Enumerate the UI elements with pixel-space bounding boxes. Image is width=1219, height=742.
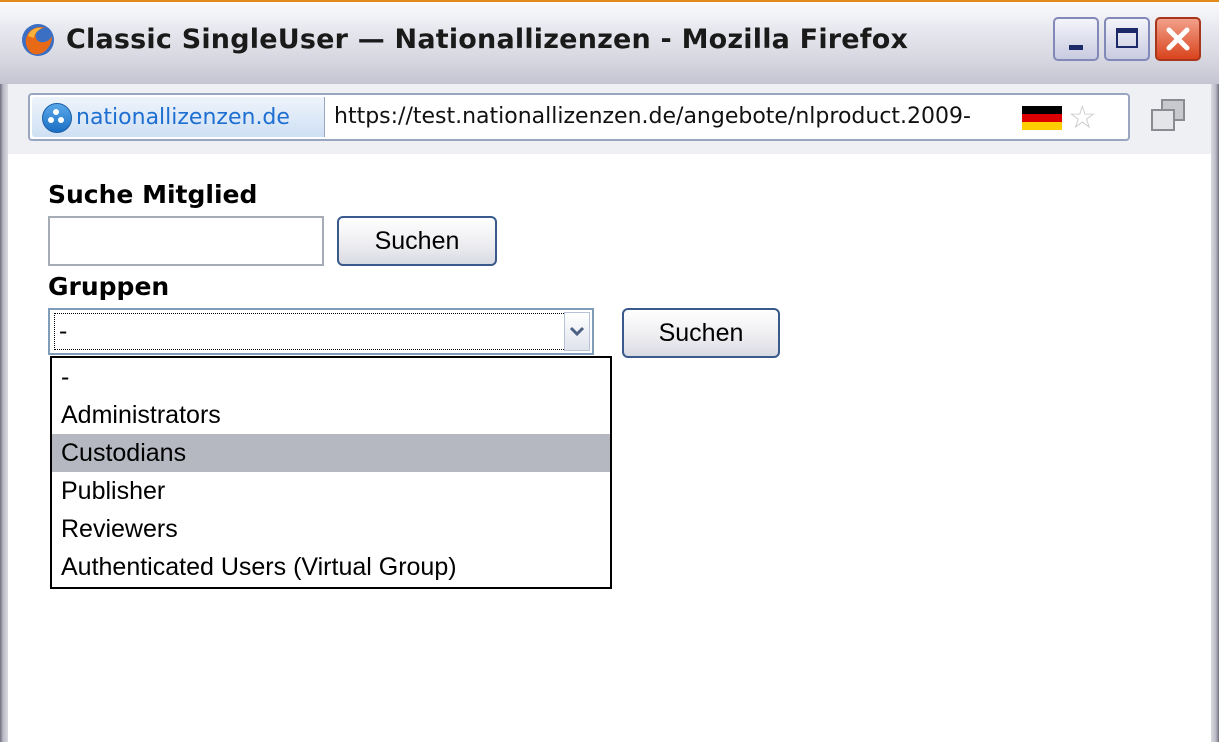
window-title: Classic SingleUser — Nationallizenzen - … (66, 24, 909, 55)
dropdown-option-custodians[interactable]: Custodians (52, 434, 610, 472)
close-button[interactable] (1155, 17, 1201, 61)
page-content: Suche Mitglied Suchen Gruppen - Suchen -… (8, 154, 1211, 742)
maximize-button[interactable] (1104, 17, 1150, 61)
browser-window: Classic SingleUser — Nationallizenzen - … (0, 0, 1219, 742)
close-icon (1166, 27, 1190, 51)
dropdown-option-authenticated-users[interactable]: Authenticated Users (Virtual Group) (52, 548, 610, 586)
restore-window-icon[interactable] (1148, 96, 1188, 136)
search-groups-button[interactable]: Suchen (622, 308, 780, 358)
dropdown-option-none[interactable]: - (52, 358, 610, 396)
search-member-label: Suche Mitglied (48, 180, 258, 209)
groups-dropdown-list: - Administrators Custodians Publisher Re… (50, 356, 612, 589)
groups-label: Gruppen (48, 272, 170, 301)
maximize-icon (1116, 28, 1138, 48)
german-flag-icon (1022, 106, 1062, 130)
bookmark-star-icon[interactable]: ☆ (1068, 101, 1097, 133)
location-bar[interactable]: nationallizenzen.de https://test.nationa… (28, 93, 1130, 141)
firefox-icon (22, 24, 54, 56)
search-member-button[interactable]: Suchen (337, 216, 497, 266)
dropdown-option-administrators[interactable]: Administrators (52, 396, 610, 434)
url-text[interactable]: https://test.nationallizenzen.de/angebot… (334, 104, 971, 129)
dropdown-option-reviewers[interactable]: Reviewers (52, 510, 610, 548)
minimize-button[interactable] (1053, 17, 1099, 61)
search-member-input[interactable] (48, 216, 324, 266)
minimize-icon (1069, 45, 1083, 50)
site-identity-button[interactable]: nationallizenzen.de (32, 97, 325, 137)
window-right-edge (1211, 84, 1219, 742)
location-bar-area: nationallizenzen.de https://test.nationa… (8, 84, 1211, 154)
groups-select[interactable]: - (48, 308, 594, 355)
title-bar[interactable]: Classic SingleUser — Nationallizenzen - … (0, 0, 1219, 84)
site-identity-label: nationallizenzen.de (76, 105, 290, 130)
window-left-edge (0, 84, 8, 742)
chevron-down-icon[interactable] (564, 312, 590, 351)
globe-icon (42, 103, 72, 133)
groups-select-value: - (54, 313, 566, 350)
dropdown-option-publisher[interactable]: Publisher (52, 472, 610, 510)
